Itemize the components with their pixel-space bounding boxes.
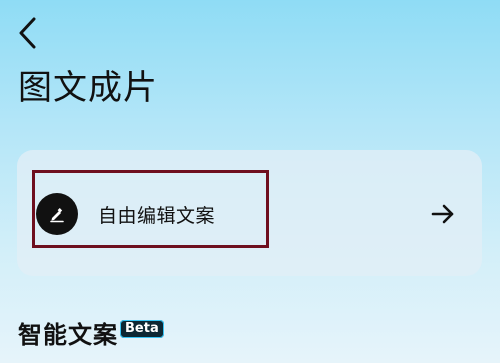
back-button[interactable] [14,16,42,50]
beta-badge: Beta [120,320,164,338]
section-title: 智能文案 [18,321,118,349]
chevron-left-icon [19,17,36,49]
smart-copy-section: 智能文案 Beta [18,318,164,358]
free-edit-copy-button[interactable]: 自由编辑文案 [36,190,460,238]
page-title: 图文成片 [18,68,158,108]
free-edit-copy-label: 自由编辑文案 [98,204,216,227]
pencil-icon [36,193,78,235]
arrow-right-icon [431,204,454,224]
